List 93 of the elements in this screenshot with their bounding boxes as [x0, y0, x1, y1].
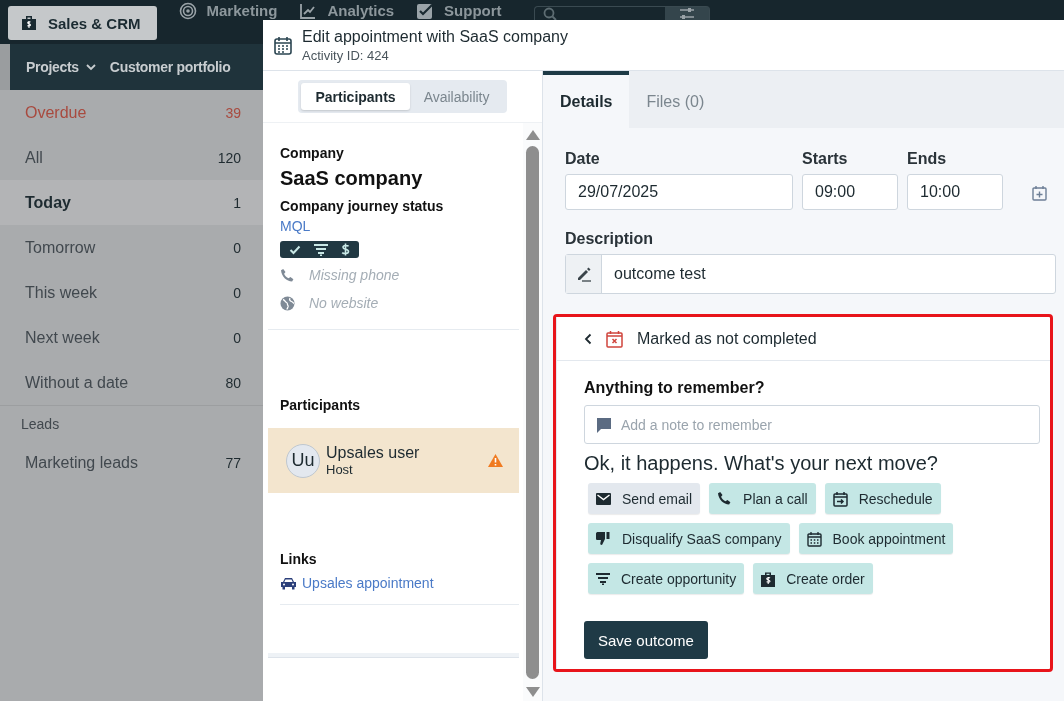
- calendar-x-icon: [606, 329, 623, 348]
- filter-label: Today: [25, 193, 71, 212]
- nav-tab[interactable]: Sales & CRM: [8, 6, 157, 40]
- avatar: Uu: [286, 443, 320, 478]
- details-tab[interactable]: Details: [543, 71, 630, 128]
- envelope-icon: [596, 492, 611, 505]
- next-move-prompt: Ok, it happens. What's your next move?: [584, 452, 939, 475]
- filter-count: 120: [217, 149, 241, 166]
- filter-label: Overdue: [25, 103, 87, 122]
- outcome-title: Marked as not completed: [637, 329, 817, 348]
- filter-label: Without a date: [25, 373, 129, 392]
- target-icon: [178, 2, 197, 20]
- phone-icon: [717, 491, 733, 506]
- briefcase-icon: [20, 14, 38, 32]
- filter-label: Marketing leads: [25, 453, 138, 472]
- action-button[interactable]: Plan a call: [709, 483, 816, 514]
- nav-tab[interactable]: Support: [416, 0, 502, 19]
- phone-value: Missing phone: [309, 267, 400, 283]
- caret-icon: [85, 63, 96, 71]
- action-button[interactable]: Reschedule: [824, 483, 941, 514]
- field-label: Date: [565, 150, 601, 168]
- filter-label: This week: [25, 283, 98, 302]
- pencil-icon: [575, 266, 592, 282]
- filter-count: 39: [225, 104, 241, 121]
- nav-link[interactable]: Projects: [26, 59, 96, 75]
- field-label: Company: [280, 145, 344, 161]
- save-outcome-button[interactable]: Save outcome: [584, 621, 708, 659]
- scrollbar[interactable]: [523, 123, 542, 701]
- website-value: No website: [309, 295, 379, 311]
- activity-id: Activity ID: 424: [302, 47, 390, 63]
- filter-item[interactable]: Tomorrow 0: [0, 225, 263, 270]
- field-label: Description: [565, 230, 654, 248]
- participant-name: Upsales user: [326, 444, 421, 462]
- modal-title: Edit appointment with SaaS company: [302, 27, 568, 46]
- field-label: Company journey status: [280, 198, 444, 214]
- filter-item[interactable]: All 120: [0, 135, 263, 180]
- action-button[interactable]: Send email: [588, 483, 701, 514]
- appointment-link[interactable]: Upsales appointment: [302, 575, 434, 591]
- nav-tab[interactable]: Marketing: [178, 0, 278, 19]
- description-field[interactable]: outcome test: [565, 254, 1056, 294]
- car-icon: [280, 576, 297, 590]
- scroll-down-icon[interactable]: [525, 687, 540, 697]
- check-icon: [289, 244, 301, 255]
- warning-icon: [488, 454, 503, 467]
- globe-icon: [280, 295, 295, 311]
- shopping-bag-icon: [761, 570, 776, 587]
- filter-label: Next week: [25, 328, 100, 347]
- phone-icon: [280, 267, 295, 283]
- journey-status-link[interactable]: MQL: [280, 218, 311, 234]
- time-field[interactable]: 10:00: [907, 174, 1003, 210]
- thumbs-down-icon: [596, 531, 611, 546]
- filter-item[interactable]: Today 1: [0, 180, 263, 225]
- field-label: Ends: [907, 150, 948, 168]
- filter-count: 0: [233, 239, 241, 256]
- participant-role: Host: [326, 462, 354, 477]
- filter-item[interactable]: This week 0: [0, 270, 263, 315]
- filter-label: Tomorrow: [25, 238, 96, 257]
- filter-icon[interactable]: [678, 7, 695, 21]
- filter-item[interactable]: Next week 0: [0, 315, 263, 360]
- funnel-icon: [596, 572, 610, 585]
- action-button[interactable]: Disqualify SaaS company: [588, 523, 790, 554]
- funnel-icon: [314, 243, 328, 256]
- field-label: Starts: [802, 150, 849, 168]
- calendar-plus-icon[interactable]: [1032, 185, 1047, 201]
- calendar-icon: [806, 530, 822, 547]
- back-icon[interactable]: [584, 332, 592, 345]
- filter-count: 0: [233, 284, 241, 301]
- date-field[interactable]: 29/07/2025: [565, 174, 793, 210]
- dollar-icon: [341, 243, 350, 256]
- chart-icon: [299, 2, 318, 20]
- scroll-up-icon[interactable]: [525, 130, 540, 140]
- section-label: Participants: [280, 397, 362, 413]
- nav-tab[interactable]: Analytics: [299, 0, 395, 19]
- action-button[interactable]: Book appointment: [798, 523, 954, 554]
- filter-item[interactable]: Marketing leads 77: [0, 440, 263, 485]
- filter-count: 1: [233, 194, 241, 211]
- filter-count: 0: [233, 329, 241, 346]
- nav-link[interactable]: Customer portfolio: [109, 59, 231, 75]
- calendar-arrow-icon: [832, 490, 848, 507]
- action-button[interactable]: Create opportunity: [588, 563, 745, 594]
- time-field[interactable]: 09:00: [802, 174, 898, 210]
- chat-icon: [596, 416, 612, 433]
- search-icon: [542, 7, 557, 21]
- company-name: SaaS company: [280, 167, 423, 190]
- action-button[interactable]: Create order: [753, 563, 873, 594]
- calendar-icon: [274, 35, 292, 55]
- filter-count: 80: [225, 374, 241, 391]
- view-tab[interactable]: Participants: [301, 83, 410, 110]
- filter-count: 77: [225, 454, 241, 471]
- section-label: Links: [280, 551, 318, 567]
- filter-item[interactable]: Without a date 80: [0, 360, 263, 405]
- filter-label: All: [25, 148, 43, 167]
- field-label: Anything to remember?: [584, 379, 766, 397]
